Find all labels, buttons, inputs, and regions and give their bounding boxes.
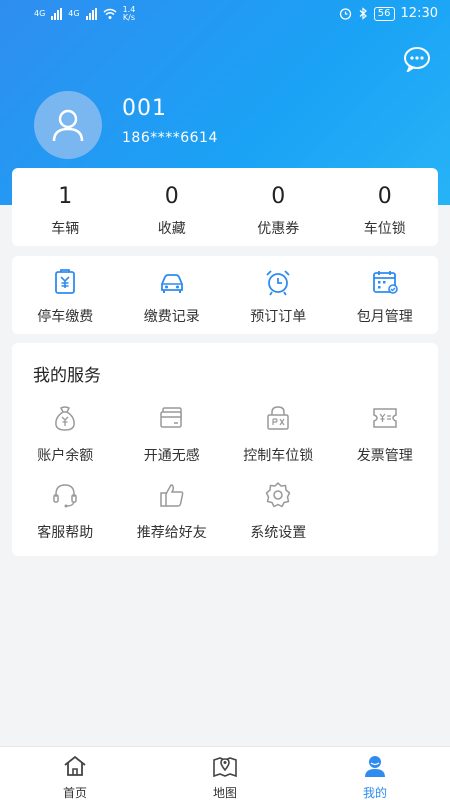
map-icon bbox=[213, 757, 237, 778]
chat-bubble-icon bbox=[404, 47, 430, 74]
recommend-friends-button[interactable]: 推荐给好友 bbox=[119, 480, 226, 557]
status-time: 12:30 bbox=[400, 6, 438, 21]
alarm-clock-icon bbox=[266, 270, 290, 296]
stat-coupons[interactable]: 0 优惠券 bbox=[225, 168, 332, 246]
user-avatar-icon bbox=[52, 109, 84, 142]
service-label: 账户余额 bbox=[37, 448, 94, 464]
stat-label: 优惠券 bbox=[257, 221, 300, 237]
service-label: 系统设置 bbox=[250, 525, 307, 541]
car-icon bbox=[160, 274, 183, 293]
quick-actions-card: 停车缴费 缴费记录 预订订单 包月管理 bbox=[12, 256, 438, 334]
network-type: 4G bbox=[34, 9, 46, 18]
gear-icon bbox=[266, 482, 291, 508]
money-bag-icon bbox=[55, 406, 76, 431]
stat-favorites[interactable]: 0 收藏 bbox=[119, 168, 226, 246]
parking-payment-button[interactable]: 停车缴费 bbox=[12, 256, 119, 334]
network-type-2: 4G bbox=[68, 9, 80, 18]
quick-action-label: 停车缴费 bbox=[37, 309, 94, 325]
service-label: 控制车位锁 bbox=[243, 448, 314, 464]
parking-payment-icon bbox=[55, 269, 76, 294]
phone-number: 186****6614 bbox=[122, 130, 218, 146]
system-settings-button[interactable]: 系统设置 bbox=[225, 480, 332, 557]
stat-label: 收藏 bbox=[157, 221, 186, 237]
stat-value: 0 bbox=[164, 184, 179, 209]
username: 001 bbox=[122, 96, 167, 121]
bluetooth-icon bbox=[359, 7, 367, 20]
stat-value: 1 bbox=[58, 184, 73, 209]
stat-label: 车辆 bbox=[51, 221, 80, 237]
battery-level: 56 bbox=[373, 6, 395, 21]
invoice-icon bbox=[373, 408, 397, 428]
bottom-nav: 首页 地图 我的 bbox=[0, 746, 450, 800]
calendar-icon bbox=[372, 271, 398, 294]
stat-vehicles[interactable]: 1 车辆 bbox=[12, 168, 119, 246]
nav-label: 首页 bbox=[62, 786, 87, 800]
status-bar: 4G 4G 1.4 K/s 56 12:30 bbox=[0, 0, 450, 30]
stat-value: 0 bbox=[377, 184, 392, 209]
tab-mine[interactable]: 我的 bbox=[300, 747, 450, 800]
stats-card: 1 车辆 0 收藏 0 优惠券 0 车位锁 bbox=[12, 168, 438, 246]
customer-service-button[interactable]: 客服帮助 bbox=[12, 480, 119, 557]
service-label: 开通无感 bbox=[143, 448, 200, 464]
payment-records-button[interactable]: 缴费记录 bbox=[119, 256, 226, 334]
account-balance-button[interactable]: 账户余额 bbox=[12, 403, 119, 480]
service-label: 推荐给好友 bbox=[136, 525, 207, 541]
monthly-management-button[interactable]: 包月管理 bbox=[332, 256, 439, 334]
quick-action-label: 包月管理 bbox=[356, 309, 413, 325]
section-title: 我的服务 bbox=[33, 366, 101, 386]
tab-map[interactable]: 地图 bbox=[150, 747, 300, 800]
booking-orders-button[interactable]: 预订订单 bbox=[225, 256, 332, 334]
headset-icon bbox=[53, 484, 77, 508]
service-label: 发票管理 bbox=[356, 448, 413, 464]
quick-action-label: 缴费记录 bbox=[143, 309, 200, 325]
control-parking-lock-button[interactable]: 控制车位锁 bbox=[225, 403, 332, 480]
service-label: 客服帮助 bbox=[37, 525, 94, 541]
message-button[interactable] bbox=[403, 46, 431, 74]
card-icon bbox=[160, 407, 182, 428]
stat-value: 0 bbox=[271, 184, 286, 209]
parking-lock-icon bbox=[267, 406, 289, 430]
avatar[interactable] bbox=[34, 91, 102, 159]
invoice-management-button[interactable]: 发票管理 bbox=[332, 403, 439, 480]
services-grid: 账户余额 开通无感 控制车位锁 发票管理 客服帮助 推荐给好友 系统设置 bbox=[12, 403, 438, 557]
net-speed-unit: K/s bbox=[122, 13, 136, 22]
enable-seamless-button[interactable]: 开通无感 bbox=[119, 403, 226, 480]
signal-icon bbox=[51, 8, 63, 20]
user-icon bbox=[365, 756, 385, 777]
wifi-icon bbox=[103, 8, 117, 19]
thumbs-up-icon bbox=[160, 484, 184, 507]
stat-label: 车位锁 bbox=[363, 221, 406, 237]
nav-label: 我的 bbox=[362, 786, 387, 800]
tab-home[interactable]: 首页 bbox=[0, 747, 150, 800]
signal-icon-2 bbox=[85, 8, 97, 20]
home-icon bbox=[64, 755, 86, 776]
my-services-card: 我的服务 账户余额 开通无感 控制车位锁 发票管理 客服帮助 推荐给好友 系统设… bbox=[12, 343, 438, 556]
alarm-icon bbox=[339, 8, 351, 20]
quick-action-label: 预订订单 bbox=[250, 309, 307, 325]
nav-label: 地图 bbox=[212, 786, 237, 800]
stat-parking-locks[interactable]: 0 车位锁 bbox=[332, 168, 439, 246]
